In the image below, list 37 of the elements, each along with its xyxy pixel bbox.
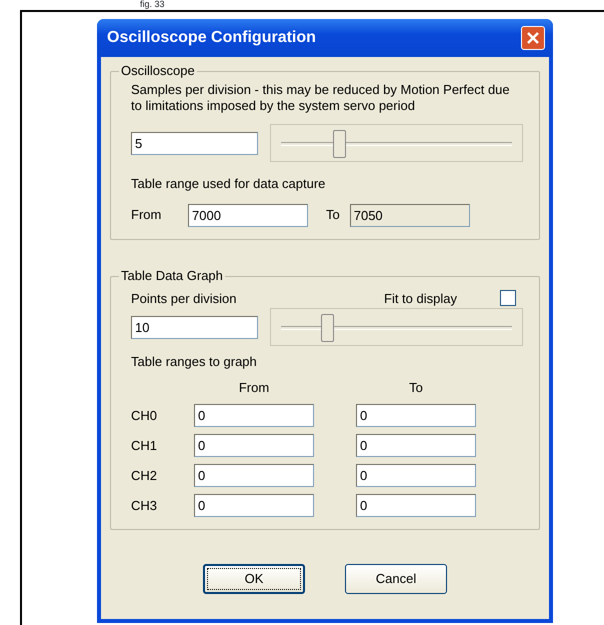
column-header: From (238, 378, 270, 396)
input-field[interactable]: 0 (194, 494, 314, 517)
section-label: Table range used for data capture (131, 175, 326, 193)
channel-label: CH3 (131, 496, 158, 515)
description-text: Samples per division - this may be reduced by Motion Perfect due to limitations imposed by the system servo period (131, 82, 511, 114)
slider[interactable] (270, 124, 523, 162)
input-field[interactable]: 0 (194, 404, 314, 427)
input-field[interactable]: 5 (131, 132, 258, 154)
close-button[interactable] (521, 26, 545, 50)
input-field[interactable]: 0 (194, 464, 314, 487)
input-field[interactable]: 0 (356, 434, 476, 457)
figure-caption: fig. 33 (140, 0, 165, 9)
checkbox-label: Fit to display (384, 290, 458, 308)
close-icon (526, 31, 540, 45)
field-label: From (131, 206, 162, 224)
slider[interactable] (270, 308, 523, 346)
channel-label: CH2 (131, 466, 158, 485)
field-label: Points per division (131, 290, 238, 308)
dialog-button[interactable]: OK (203, 564, 305, 594)
group-label: Oscilloscope (119, 63, 197, 79)
checkbox[interactable] (500, 290, 516, 306)
slider-thumb[interactable] (321, 314, 334, 342)
channel-label: CH0 (131, 406, 158, 425)
dialog-button[interactable]: Cancel (345, 564, 447, 594)
input-field[interactable]: 7000 (188, 204, 308, 226)
input-field[interactable]: 0 (356, 494, 476, 517)
input-field[interactable]: 0 (356, 464, 476, 487)
slider-thumb[interactable] (332, 130, 346, 158)
channel-label: CH1 (131, 436, 158, 455)
section-label: Table ranges to graph (131, 353, 258, 371)
input-field[interactable]: 10 (131, 316, 258, 338)
window-title: Oscilloscope Configuration (107, 28, 316, 48)
group-label: Table Data Graph (119, 268, 225, 284)
field-label: To (326, 206, 340, 224)
column-header: To (408, 378, 424, 396)
input-field[interactable]: 0 (194, 434, 314, 457)
input-field[interactable]: 0 (356, 404, 476, 427)
